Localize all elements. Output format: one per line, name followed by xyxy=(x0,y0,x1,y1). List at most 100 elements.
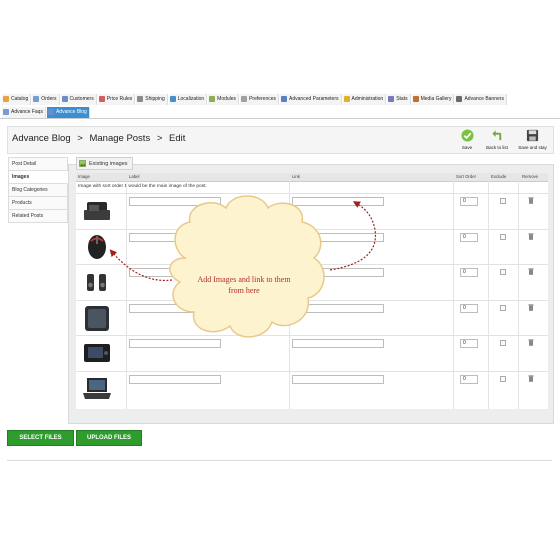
menu-item-modules[interactable]: Modules xyxy=(208,93,240,105)
advance-banners-icon xyxy=(456,96,463,102)
menu-item-advance-faqs[interactable]: Advance Faqs xyxy=(2,106,46,118)
menu-item-administration[interactable]: Administration xyxy=(342,93,387,105)
save-and-stay-button[interactable]: Save and stay xyxy=(516,129,549,150)
exclude-checkbox[interactable] xyxy=(500,269,506,275)
modules-icon xyxy=(209,96,216,102)
menu-item-localization[interactable]: Localization xyxy=(168,93,208,105)
column-header-link: Link xyxy=(292,174,300,179)
gaming-mouse-image xyxy=(88,234,106,259)
media-box-image xyxy=(85,305,109,331)
top-menu-row-2: Advance Faqs Advance Blog xyxy=(2,106,91,118)
checkmark-icon xyxy=(460,129,474,142)
exclude-checkbox[interactable] xyxy=(500,233,506,240)
back-arrow-icon xyxy=(491,130,501,141)
exclude-checkbox[interactable] xyxy=(500,198,506,204)
sort-order-input[interactable]: 0 xyxy=(460,339,478,348)
link-input[interactable] xyxy=(292,232,384,242)
sort-order-input[interactable]: 0 xyxy=(460,232,478,242)
upload-files-button[interactable]: UPLOAD FILES xyxy=(76,430,142,446)
breadcrumb-section[interactable]: Manage Posts xyxy=(89,133,150,144)
menu-item-customers[interactable]: Customers xyxy=(60,93,97,105)
administration-icon xyxy=(343,96,350,102)
menu-item-label: Stats xyxy=(396,96,408,102)
back-to-list-button[interactable]: Back to list xyxy=(484,129,510,150)
link-input[interactable] xyxy=(292,268,384,277)
menu-item-preferences[interactable]: Preferences xyxy=(240,93,280,105)
trash-icon[interactable] xyxy=(528,197,534,204)
menu-item-label: Customers xyxy=(69,96,94,102)
back-label: Back to list xyxy=(486,145,508,150)
exclude-checkbox[interactable] xyxy=(500,304,506,311)
tab-post-detail[interactable]: Post Detail xyxy=(8,157,68,171)
trash-icon[interactable] xyxy=(528,268,534,275)
laptop-box-image xyxy=(84,202,110,220)
sort-order-input[interactable]: 0 xyxy=(460,197,478,206)
exclude-checkbox[interactable] xyxy=(500,340,506,346)
table-row: 0 xyxy=(76,370,548,406)
menu-item-advance-banners[interactable]: Advance Banners xyxy=(455,93,507,105)
label-input[interactable] xyxy=(129,339,221,348)
menu-item-label: Advance Blog xyxy=(55,109,87,115)
menu-item-label: Catalog xyxy=(11,96,29,102)
trash-icon[interactable] xyxy=(528,375,534,382)
orders-icon xyxy=(33,96,40,102)
menu-item-label: Media Gallery xyxy=(420,96,452,102)
label-input[interactable] xyxy=(129,303,221,313)
menu-item-label: Localization xyxy=(177,96,205,102)
catalog-icon xyxy=(3,96,9,102)
table-row: 0 xyxy=(76,193,548,228)
price-rules-icon xyxy=(98,96,105,102)
shipping-icon xyxy=(137,96,144,102)
stats-icon xyxy=(388,96,395,102)
side-tabs: Post Detail Images Blog Categories Products… xyxy=(8,157,68,223)
tab-images[interactable]: Images xyxy=(8,171,68,184)
advanced-parameters-icon xyxy=(281,96,288,102)
menu-item-stats[interactable]: Stats xyxy=(387,93,411,105)
media-gallery-icon xyxy=(412,96,419,102)
menu-item-label: Modules xyxy=(217,96,237,102)
floppy-disk-icon xyxy=(526,129,539,142)
sort-order-input[interactable]: 0 xyxy=(460,268,478,277)
portable-dvd-image xyxy=(84,344,110,362)
tab-blog-categories[interactable]: Blog Categories xyxy=(8,184,68,197)
menu-item-label: Advance Banners xyxy=(464,96,504,102)
save-label: Save xyxy=(461,145,473,150)
link-input[interactable] xyxy=(292,197,384,206)
trash-icon[interactable] xyxy=(528,233,534,240)
tab-related-posts[interactable]: Related Posts xyxy=(8,210,68,223)
label-input[interactable] xyxy=(129,197,221,206)
select-files-button[interactable]: SELECT FILES xyxy=(7,430,74,446)
menu-item-media-gallery[interactable]: Media Gallery xyxy=(411,93,455,105)
label-input[interactable] xyxy=(129,232,221,242)
existing-images-legend: Existing images xyxy=(76,157,133,170)
sort-order-input[interactable]: 0 xyxy=(460,303,478,313)
menu-item-catalog[interactable]: Catalog xyxy=(2,93,32,105)
breadcrumb-module[interactable]: Advance Blog xyxy=(12,133,71,144)
table-row: 0 xyxy=(76,299,548,335)
link-input[interactable] xyxy=(292,374,384,384)
menu-item-price-rules[interactable]: Price Rules xyxy=(97,93,136,105)
link-input[interactable] xyxy=(292,303,384,313)
save-button[interactable]: Save xyxy=(459,129,475,150)
sort-order-input[interactable]: 0 xyxy=(460,374,478,384)
column-header-image: Image xyxy=(78,174,90,179)
menu-item-label: Shipping xyxy=(145,96,165,102)
menu-item-label: Administration xyxy=(351,96,384,102)
menu-item-advance-blog[interactable]: Advance Blog xyxy=(46,106,90,118)
images-table: Image Label Link Sort Order Exclude Remo… xyxy=(76,173,548,409)
menu-item-advanced-parameters[interactable]: Advanced Parameters xyxy=(280,93,342,105)
localization-icon xyxy=(169,96,176,102)
tab-products[interactable]: Products xyxy=(8,197,68,210)
menu-item-orders[interactable]: Orders xyxy=(32,93,60,105)
label-input[interactable] xyxy=(129,374,221,384)
advance-blog-icon xyxy=(47,109,54,115)
exclude-checkbox[interactable] xyxy=(500,375,506,382)
trash-icon[interactable] xyxy=(528,304,534,311)
image-icon xyxy=(79,160,86,167)
breadcrumb-separator: > xyxy=(77,133,83,144)
link-input[interactable] xyxy=(292,339,384,348)
speakers-image xyxy=(87,274,106,291)
menu-item-shipping[interactable]: Shipping xyxy=(136,93,168,105)
trash-icon[interactable] xyxy=(528,339,534,346)
table-row: 0 xyxy=(76,264,548,299)
